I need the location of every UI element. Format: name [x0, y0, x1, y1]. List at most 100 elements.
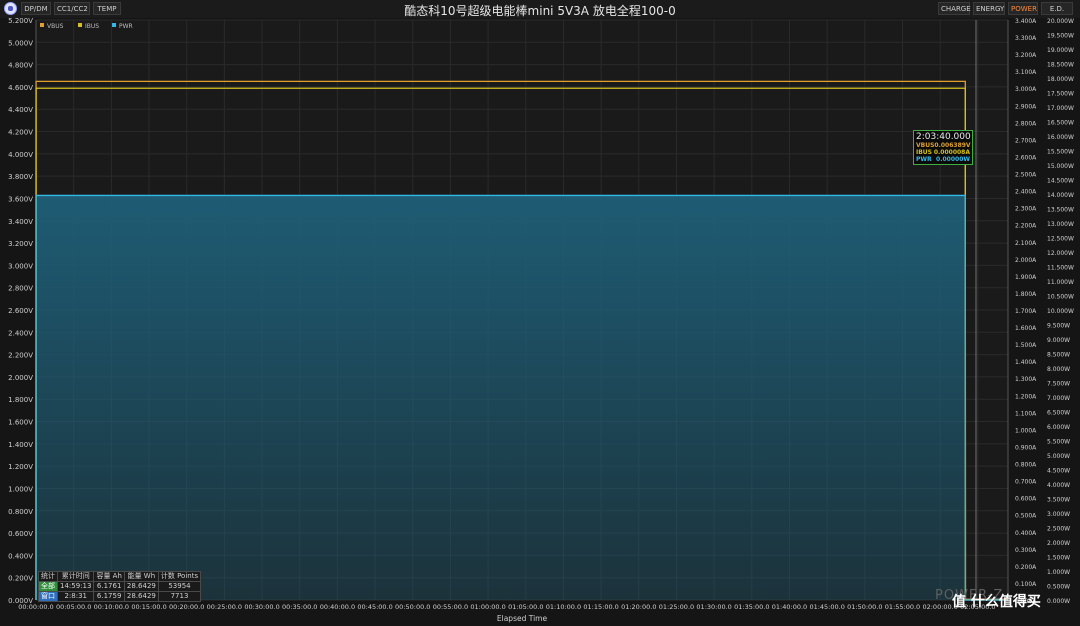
y-right-tick-label: 17.500W	[1047, 91, 1074, 98]
y-mid-tick-label: 0.700A	[1015, 479, 1037, 486]
legend-label-pwr: PWR	[119, 23, 133, 30]
stats-cell: 28.6429	[123, 581, 159, 592]
y-mid-tick-label: 3.400A	[1015, 18, 1037, 25]
y-right-tick-label: 14.000W	[1047, 192, 1074, 199]
stats-cell: 6.1759	[93, 591, 125, 602]
y-right-tick-label: 1.000W	[1047, 569, 1070, 576]
y-left-tick-label: 2.200V	[8, 352, 33, 360]
y-right-tick-label: 9.000W	[1047, 337, 1070, 344]
y-right-tick-label: 12.500W	[1047, 236, 1074, 243]
y-right-tick-label: 16.500W	[1047, 120, 1074, 127]
stats-cell: 全部	[38, 581, 58, 592]
y-mid-tick-label: 2.800A	[1015, 120, 1037, 127]
table-row: 窗口 2:8:31 6.1759 28.6429 7713	[38, 591, 202, 602]
y-mid-tick-label: 2.000A	[1015, 257, 1037, 264]
x-tick-label: 01:10:00.0	[546, 603, 581, 611]
y-mid-tick-label: 0.900A	[1015, 444, 1037, 451]
y-left-tick-label: 1.800V	[8, 396, 33, 404]
x-tick-label: 01:15:00.0	[583, 603, 618, 611]
x-tick-label: 00:35:00.0	[282, 603, 317, 611]
tooltip-label: VBUS	[916, 142, 935, 149]
y-left-tick-label: 1.000V	[8, 485, 33, 493]
x-tick-label: 00:40:00.0	[320, 603, 355, 611]
y-right-tick-label: 13.000W	[1047, 221, 1074, 228]
y-mid-tick-label: 1.000A	[1015, 427, 1037, 434]
x-tick-label: 00:00:00.0	[18, 603, 53, 611]
y-right-tick-label: 15.500W	[1047, 149, 1074, 156]
y-mid-tick-label: 1.700A	[1015, 308, 1037, 315]
tooltip-row-ibus: IBUS 0.000008A	[916, 149, 970, 156]
y-mid-tick-label: 3.000A	[1015, 86, 1037, 93]
x-tick-label: 00:15:00.0	[131, 603, 166, 611]
x-tick-label: 01:20:00.0	[621, 603, 656, 611]
y-left-tick-label: 0.200V	[8, 575, 33, 583]
y-right-tick-label: 19.000W	[1047, 47, 1074, 54]
tooltip-row-pwr: PWR 0.00000W	[916, 156, 970, 163]
y-right-tick-label: 13.500W	[1047, 207, 1074, 214]
x-tick-label: 00:55:00.0	[433, 603, 468, 611]
stats-cell: 2:8:31	[56, 591, 95, 602]
y-mid-tick-label: 0.200A	[1015, 564, 1037, 571]
y-right-tick-label: 15.000W	[1047, 163, 1074, 170]
tooltip-label: IBUS	[916, 149, 932, 156]
y-left-tick-label: 2.800V	[8, 285, 33, 293]
y-mid-tick-label: 1.200A	[1015, 393, 1037, 400]
stats-cell: 窗口	[38, 591, 58, 602]
x-tick-label: 01:05:00.0	[508, 603, 543, 611]
stats-header: 累计时间	[56, 571, 95, 582]
stats-header: 容量 Ah	[93, 571, 125, 582]
y-left-tick-label: 2.000V	[8, 374, 33, 382]
credit-watermark: 值 什么值得买	[952, 594, 1041, 610]
y-right-tick-label: 20.000W	[1047, 18, 1074, 25]
y-right-tick-label: 3.000W	[1047, 511, 1070, 518]
y-mid-tick-label: 1.100A	[1015, 410, 1037, 417]
y-mid-tick-label: 3.300A	[1015, 35, 1037, 42]
tooltip-row-vbus: VBUS 0.006389V	[916, 142, 971, 149]
x-tick-label: 00:10:00.0	[94, 603, 129, 611]
y-mid-tick-label: 2.400A	[1015, 189, 1037, 196]
y-left-tick-label: 5.000V	[8, 39, 33, 47]
y-mid-tick-label: 0.500A	[1015, 513, 1037, 520]
y-left-tick-label: 4.400V	[8, 106, 33, 114]
x-tick-label: 00:30:00.0	[244, 603, 279, 611]
tooltip-value: 0.000008A	[933, 149, 970, 156]
y-right-tick-label: 11.000W	[1047, 279, 1074, 286]
x-tick-label: 00:20:00.0	[169, 603, 204, 611]
chart-plot: 0.000V0.200V0.400V0.600V0.800V1.000V1.20…	[8, 17, 1074, 623]
y-right-tick-label: 0.000W	[1047, 598, 1070, 605]
cursor-tooltip: 2:03:40.000 VBUS 0.006389V IBUS 0.000008…	[913, 130, 973, 165]
y-right-tick-label: 18.000W	[1047, 76, 1074, 83]
y-right-tick-label: 18.500W	[1047, 62, 1074, 69]
y-mid-tick-label: 2.900A	[1015, 103, 1037, 110]
y-left-tick-label: 2.400V	[8, 329, 33, 337]
tooltip-label: PWR	[916, 156, 932, 163]
x-tick-label: 00:50:00.0	[395, 603, 430, 611]
y-right-tick-label: 10.500W	[1047, 294, 1074, 301]
y-right-tick-label: 19.500W	[1047, 33, 1074, 40]
y-mid-tick-label: 1.800A	[1015, 291, 1037, 298]
y-right-tick-label: 4.500W	[1047, 468, 1070, 475]
stats-header: 计数 Points	[157, 571, 202, 582]
legend-label-ibus: IBUS	[85, 23, 99, 30]
y-right-tick-label: 2.500W	[1047, 526, 1070, 533]
y-mid-tick-label: 0.600A	[1015, 496, 1037, 503]
y-left-tick-label: 3.600V	[8, 195, 33, 203]
y-mid-tick-label: 0.100A	[1015, 581, 1037, 588]
y-mid-tick-label: 0.800A	[1015, 462, 1037, 469]
stats-cell: 14:59:13	[56, 581, 95, 592]
stats-cell: 28.6429	[123, 591, 159, 602]
stats-header: 能量 Wh	[123, 571, 159, 582]
y-left-tick-label: 4.800V	[8, 62, 33, 70]
y-right-tick-label: 6.000W	[1047, 424, 1070, 431]
tooltip-time: 2:03:40.000	[916, 132, 971, 142]
y-left-tick-label: 0.800V	[8, 508, 33, 516]
y-mid-tick-label: 1.900A	[1015, 274, 1037, 281]
y-mid-tick-label: 1.600A	[1015, 325, 1037, 332]
x-tick-label: 01:35:00.0	[734, 603, 769, 611]
y-right-tick-label: 1.500W	[1047, 555, 1070, 562]
y-mid-tick-label: 2.500A	[1015, 172, 1037, 179]
x-tick-label: 01:40:00.0	[772, 603, 807, 611]
table-row: 全部 14:59:13 6.1761 28.6429 53954	[38, 581, 202, 592]
y-right-tick-label: 4.000W	[1047, 482, 1070, 489]
y-mid-tick-label: 1.300A	[1015, 376, 1037, 383]
